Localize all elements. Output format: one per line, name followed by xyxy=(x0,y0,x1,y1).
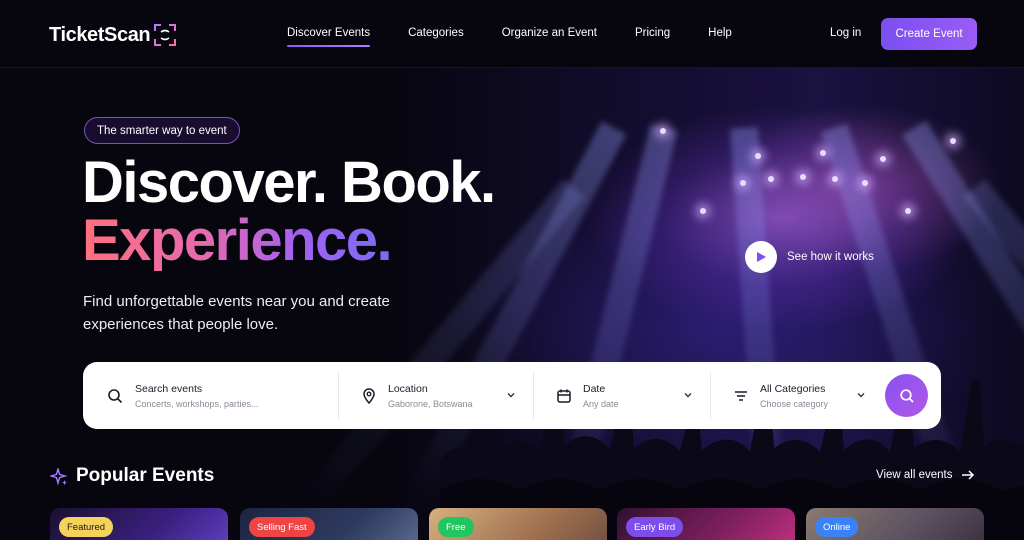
nav-help[interactable]: Help xyxy=(708,27,732,39)
nav-pricing[interactable]: Pricing xyxy=(635,27,670,39)
brand-logo[interactable]: TicketScan xyxy=(49,22,178,48)
location-label: Location xyxy=(388,382,428,395)
see-how-it-works-button[interactable]: See how it works xyxy=(745,241,874,273)
view-all-label: View all events xyxy=(876,469,953,481)
arrow-right-icon xyxy=(961,470,974,480)
event-search-bar: Search events Concerts, workshops, parti… xyxy=(83,362,941,429)
event-card[interactable]: Featured xyxy=(50,508,228,540)
create-event-button[interactable]: Create Event xyxy=(881,18,977,50)
event-card[interactable]: Selling Fast xyxy=(240,508,418,540)
nav-organize-event[interactable]: Organize an Event xyxy=(502,27,597,39)
sparkles-icon xyxy=(50,468,68,486)
free-badge: Free xyxy=(438,517,474,537)
search-events-field[interactable]: Search events Concerts, workshops, parti… xyxy=(105,362,335,429)
date-select[interactable]: Date Any date xyxy=(554,362,674,429)
view-all-events-link[interactable]: View all events xyxy=(876,469,975,481)
location-select[interactable]: Location Gaborone, Botswana xyxy=(359,362,529,429)
search-label: Search events xyxy=(135,382,203,395)
hero-subtitle: Find unforgettable events near you and c… xyxy=(83,293,390,333)
event-card[interactable]: Online xyxy=(806,508,984,540)
popular-events-heading: Popular Events xyxy=(76,465,215,486)
early-bird-badge: Early Bird xyxy=(626,517,684,537)
search-submit-button[interactable] xyxy=(885,374,928,417)
featured-badge: Featured xyxy=(59,517,114,537)
brand-name: TicketScan xyxy=(49,23,151,46)
video-label: See how it works xyxy=(787,251,874,263)
filter-icon xyxy=(731,386,751,406)
calendar-icon xyxy=(554,386,574,406)
location-chevron-down-icon xyxy=(507,393,515,398)
date-value: Any date xyxy=(583,398,619,409)
location-value: Gaborone, Botswana xyxy=(388,398,473,409)
hero-headline: Discover. Book. xyxy=(82,150,496,215)
hero-headline-gradient: Experience. xyxy=(82,208,393,273)
play-icon xyxy=(745,241,777,273)
scan-icon xyxy=(152,22,178,48)
map-pin-icon xyxy=(359,386,379,406)
main-nav: Discover Events Categories Organize an E… xyxy=(287,27,732,47)
top-navbar: TicketScan Discover Events Categories Or… xyxy=(0,0,1024,68)
date-label: Date xyxy=(583,382,606,395)
category-chevron-down-icon xyxy=(857,393,865,398)
event-card[interactable]: Early Bird xyxy=(617,508,795,540)
search-placeholder: Concerts, workshops, parties... xyxy=(135,398,259,409)
online-badge: Online xyxy=(815,517,859,537)
nav-categories[interactable]: Categories xyxy=(408,27,464,39)
date-chevron-down-icon xyxy=(684,393,692,398)
selling-fast-badge: Selling Fast xyxy=(249,517,315,537)
category-value: Choose category xyxy=(760,398,829,409)
search-icon xyxy=(105,386,125,406)
category-label: All Categories xyxy=(760,382,826,395)
event-card[interactable]: Free xyxy=(429,508,607,540)
nav-discover-events[interactable]: Discover Events xyxy=(287,27,371,47)
login-link[interactable]: Log in xyxy=(830,27,861,39)
tagline-pill: The smarter way to event xyxy=(84,117,240,144)
search-icon xyxy=(899,388,914,403)
